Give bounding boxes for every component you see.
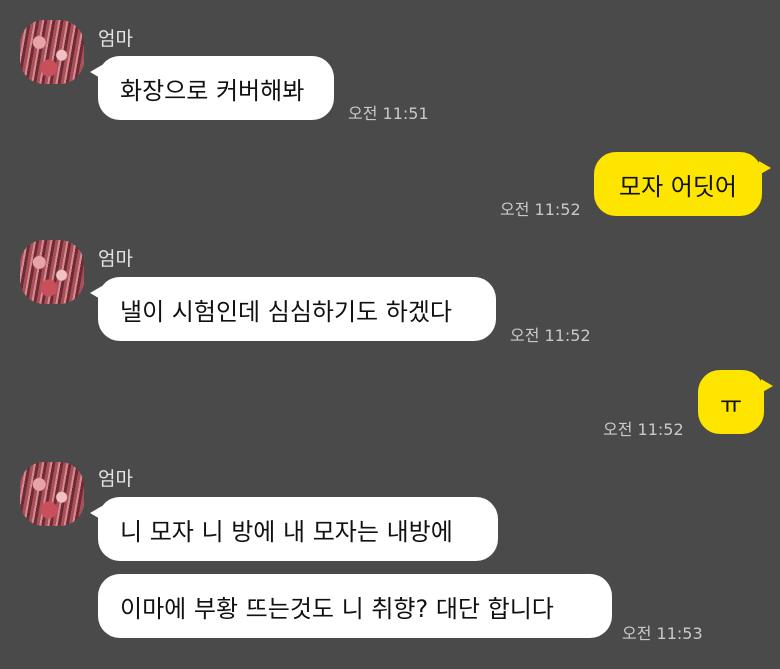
message-bubble[interactable]: 모자 어딧어 (594, 152, 771, 216)
message-text: 화장으로 커버해봐 (120, 76, 305, 105)
message-time: 오전 11:51 (348, 104, 429, 123)
avatar[interactable] (20, 462, 84, 526)
avatar[interactable] (20, 240, 84, 304)
message-text: 낼이 시험인데 심심하기도 하겠다 (120, 297, 453, 326)
message-text: 니 모자 니 방에 내 모자는 내방에 (120, 517, 453, 546)
message-bubble[interactable]: ㅠ (698, 370, 773, 434)
sender-name: 엄마 (98, 248, 133, 270)
message-time: 오전 11:52 (510, 326, 591, 345)
message-bubble[interactable]: 니 모자 니 방에 내 모자는 내방에 (90, 497, 498, 561)
message-bubble[interactable]: 이마에 부황 뜨는것도 니 취향? 대단 합니다 (98, 574, 612, 638)
message-text: ㅠ (719, 390, 743, 419)
message-bubble[interactable]: 낼이 시험인데 심심하기도 하겠다 (90, 277, 496, 341)
sender-name: 엄마 (98, 28, 133, 50)
avatar[interactable] (20, 20, 84, 84)
message-bubble[interactable]: 화장으로 커버해봐 (90, 56, 334, 120)
message-time: 오전 11:53 (622, 624, 703, 643)
message-text: 모자 어딧어 (618, 172, 738, 201)
message-time: 오전 11:52 (500, 200, 581, 219)
message-time: 오전 11:52 (603, 420, 684, 439)
sender-name: 엄마 (98, 468, 133, 490)
message-text: 이마에 부황 뜨는것도 니 취향? 대단 합니다 (120, 594, 554, 623)
